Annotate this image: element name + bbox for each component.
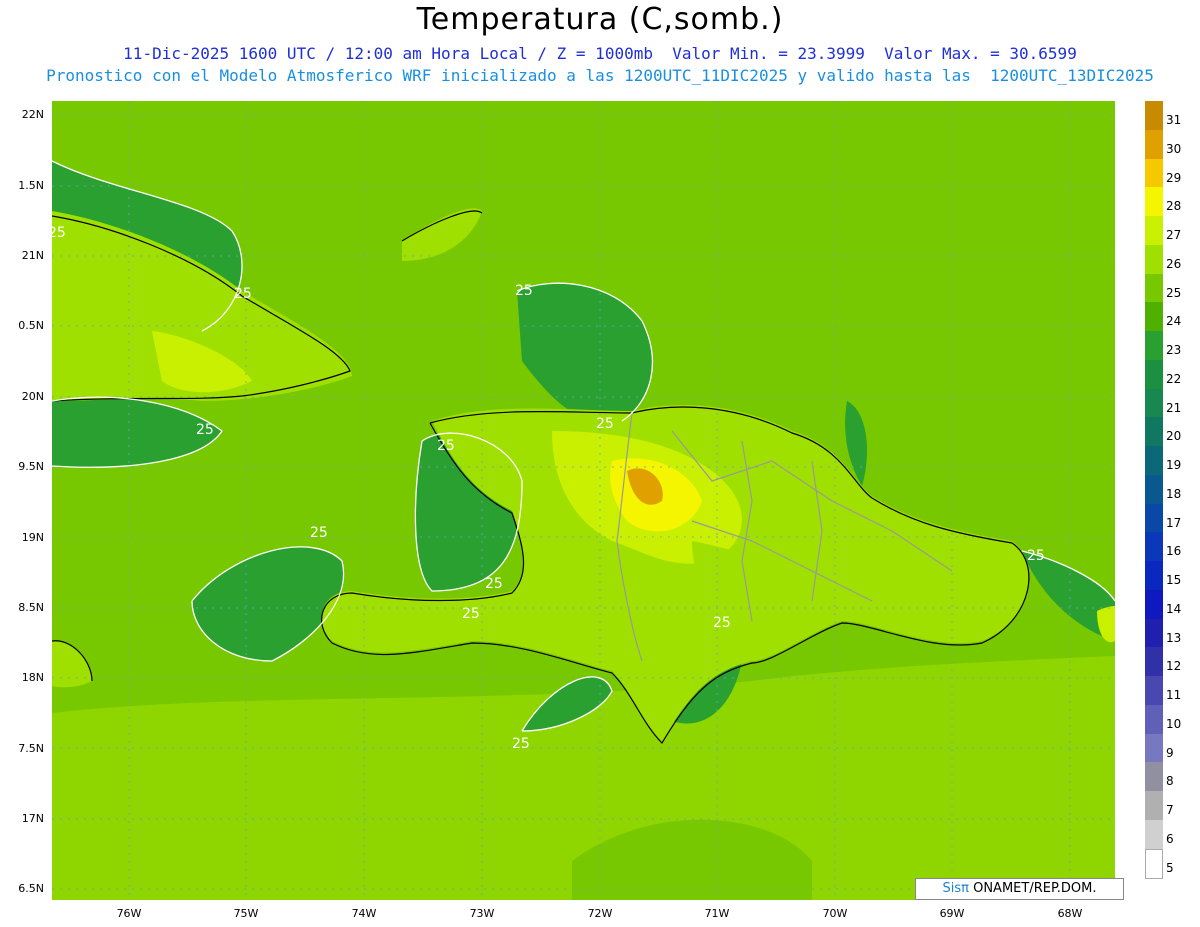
colorbar-label: 23 xyxy=(1166,343,1182,357)
colorbar-label: 25 xyxy=(1166,285,1182,300)
lon-tick: 71W xyxy=(704,907,730,920)
contour-label: 25 xyxy=(196,422,214,438)
colorbar-swatch xyxy=(1145,503,1163,533)
colorbar-label: 29 xyxy=(1166,170,1182,185)
colorbar-swatch xyxy=(1145,819,1163,849)
colorbar-label: 6 xyxy=(1166,831,1174,846)
subtitle-valid-time: 11-Dic-2025 1600 UTC / 12:00 am Hora Loc… xyxy=(123,44,1077,63)
lat-tick: 18N xyxy=(21,671,44,684)
contour-label: 25 xyxy=(512,736,530,752)
colorbar-label: 30 xyxy=(1166,141,1182,156)
colorbar-swatch xyxy=(1145,216,1163,245)
lat-tick: 0.5N xyxy=(18,319,44,332)
colorbar-label: 24 xyxy=(1166,314,1182,329)
colorbar-label: 18 xyxy=(1166,486,1182,501)
colorbar-swatch xyxy=(1145,704,1163,734)
colorbar-label: 11 xyxy=(1166,688,1182,702)
colorbar-swatch xyxy=(1145,359,1163,389)
colorbar-swatch xyxy=(1145,733,1163,763)
colorbar-label: 13 xyxy=(1166,630,1182,645)
contour-label: 25 xyxy=(596,416,614,432)
colorbar-swatch xyxy=(1145,302,1163,331)
contour-label: 25 xyxy=(462,606,480,622)
lon-tick: 75W xyxy=(233,907,259,920)
colorbar-swatch xyxy=(1145,676,1163,705)
colorbar-label: 8 xyxy=(1166,774,1174,789)
contour-label: 25 xyxy=(1027,548,1045,564)
colorbar-swatch xyxy=(1145,273,1163,303)
lon-tick: 69W xyxy=(939,907,965,920)
colorbar-label: 19 xyxy=(1166,458,1182,472)
contour-label: 25 xyxy=(485,576,503,592)
colorbar xyxy=(1145,101,1163,880)
lat-tick: 21N xyxy=(21,249,44,262)
colorbar-label: 16 xyxy=(1166,544,1182,559)
lon-tick: 70W xyxy=(822,907,848,920)
lat-tick: 9.5N xyxy=(18,460,44,473)
credit-box: Sisπ ONAMET/REP.DOM. xyxy=(915,878,1124,900)
colorbar-label: 22 xyxy=(1166,371,1182,386)
contour-label: 25 xyxy=(713,615,731,631)
contour-label: 25 xyxy=(515,283,533,299)
lat-tick: 22N xyxy=(21,108,44,121)
colorbar-swatch xyxy=(1145,446,1163,475)
colorbar-swatch xyxy=(1145,474,1163,504)
lon-tick: 68W xyxy=(1057,907,1083,920)
lon-tick: 74W xyxy=(351,907,377,920)
contour-label: 25 xyxy=(310,525,328,541)
colorbar-swatch xyxy=(1145,158,1163,188)
colorbar-label: 7 xyxy=(1166,803,1174,817)
lat-tick: 7.5N xyxy=(18,742,44,755)
credit-text: ONAMET/REP.DOM. xyxy=(968,881,1097,896)
lat-tick: 19N xyxy=(21,531,44,544)
colorbar-label: 27 xyxy=(1166,228,1182,242)
colorbar-label: 15 xyxy=(1166,573,1182,587)
lat-tick: 8.5N xyxy=(18,601,44,614)
credit-brand: Sisπ xyxy=(942,881,969,896)
lon-tick: 73W xyxy=(469,907,495,920)
colorbar-swatch xyxy=(1145,589,1163,619)
colorbar-swatch xyxy=(1145,647,1163,676)
colorbar-swatch xyxy=(1145,129,1163,159)
colorbar-label: 26 xyxy=(1166,256,1182,271)
lat-tick: 17N xyxy=(21,812,44,825)
colorbar-label: 5 xyxy=(1166,860,1174,875)
colorbar-label: 20 xyxy=(1166,429,1182,444)
colorbar-swatch xyxy=(1145,532,1163,561)
colorbar-label: 17 xyxy=(1166,515,1182,530)
colorbar-swatch xyxy=(1145,561,1163,590)
lat-tick: 20N xyxy=(21,390,44,403)
subtitle-model-info: Pronostico con el Modelo Atmosferico WRF… xyxy=(46,66,1154,85)
colorbar-label: 21 xyxy=(1166,400,1182,415)
temperature-map xyxy=(52,101,1115,900)
map-title: Temperatura (C,somb.) xyxy=(416,2,784,37)
colorbar-swatch xyxy=(1145,417,1163,446)
colorbar-label: 14 xyxy=(1166,601,1182,616)
lat-tick: 6.5N xyxy=(18,882,44,895)
colorbar-label: 9 xyxy=(1166,745,1174,760)
colorbar-swatch xyxy=(1145,762,1163,791)
colorbar-swatch xyxy=(1145,791,1163,820)
lon-tick: 72W xyxy=(587,907,613,920)
colorbar-label: 12 xyxy=(1166,659,1182,674)
contour-label: 25 xyxy=(437,438,455,454)
contour-label: 25 xyxy=(48,225,66,241)
colorbar-swatch xyxy=(1145,331,1163,360)
colorbar-swatch xyxy=(1145,388,1163,418)
colorbar-swatch xyxy=(1145,848,1163,880)
colorbar-label: 31 xyxy=(1166,113,1182,127)
colorbar-label: 28 xyxy=(1166,199,1182,214)
contour-label: 25 xyxy=(234,286,252,302)
colorbar-swatch xyxy=(1145,618,1163,648)
colorbar-swatch xyxy=(1145,187,1163,216)
colorbar-swatch xyxy=(1145,101,1163,130)
colorbar-swatch xyxy=(1145,244,1163,274)
lat-tick: 1.5N xyxy=(18,179,44,192)
lon-tick: 76W xyxy=(116,907,142,920)
colorbar-label: 10 xyxy=(1166,716,1182,731)
